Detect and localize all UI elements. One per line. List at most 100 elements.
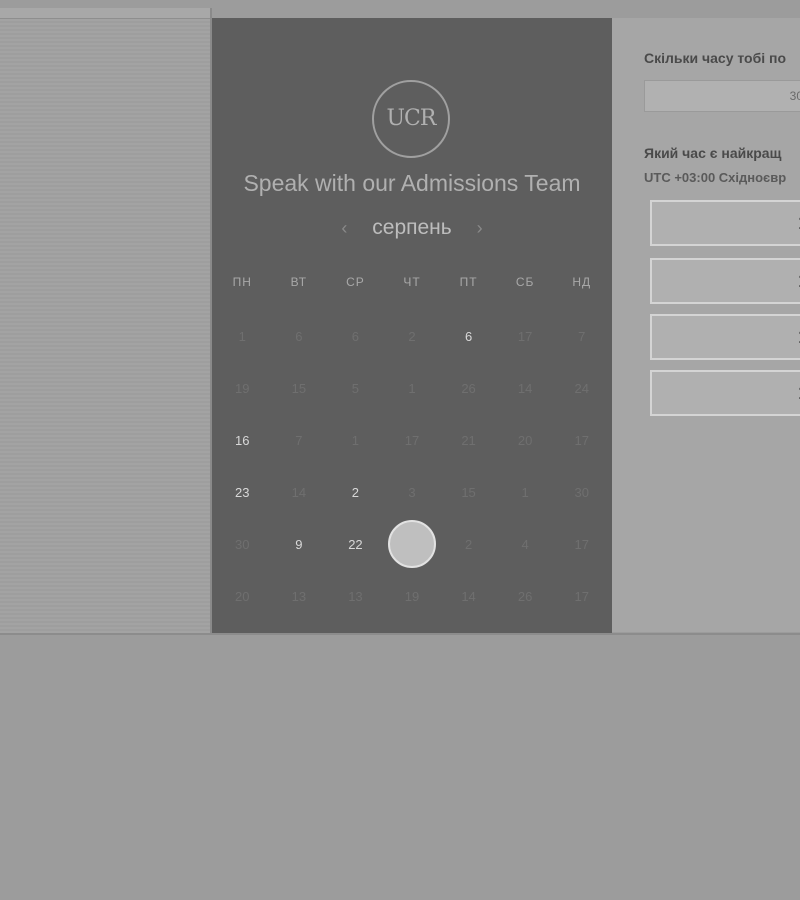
time-slot-button[interactable]: 1 [650, 200, 800, 246]
weekday-header: ПН ВТ СР ЧТ ПТ СБ НД [212, 275, 612, 289]
booking-calendar-card: UCR Speak with our Admissions Team ‹ сер… [212, 18, 612, 633]
calendar-day: 14 [271, 466, 328, 518]
day-number: 20 [235, 588, 250, 604]
time-slot-button[interactable]: 1 [650, 314, 800, 360]
calendar-day: 20 [497, 414, 554, 466]
calendar-day-selected[interactable] [384, 518, 441, 570]
calendar-day: 1 [214, 310, 271, 362]
month-label: серпень [372, 216, 452, 240]
chevron-left-icon[interactable]: ‹ [332, 218, 356, 239]
weekday-label: ВТ [290, 275, 308, 289]
day-number: 26 [517, 588, 533, 604]
calendar-day: 19 [384, 570, 441, 622]
day-number: 9 [295, 536, 303, 552]
timezone-label[interactable]: UTC +03:00 Східноєвр [644, 170, 786, 185]
day-number: 19 [235, 380, 250, 396]
calendar-day: 2 [384, 310, 441, 362]
weekday-label: НД [572, 275, 592, 289]
calendar-day: 24 [553, 362, 610, 414]
day-number: 1 [238, 328, 246, 344]
duration-select[interactable]: 30 [644, 80, 800, 112]
calendar-day: 26 [440, 362, 497, 414]
day-number: 2 [464, 536, 473, 552]
day-number: 17 [574, 588, 589, 604]
day-number: 4 [521, 536, 529, 552]
calendar-day[interactable]: 22 [327, 518, 384, 570]
day-number: 5 [351, 380, 360, 396]
calendar-day: 4 [497, 518, 554, 570]
day-number: 14 [291, 484, 307, 500]
bottom-divider [0, 633, 800, 635]
calendar-day: 19 [214, 362, 271, 414]
day-number: 13 [348, 588, 363, 604]
ucr-logo: UCR [372, 80, 450, 158]
day-number: 15 [461, 484, 476, 500]
calendar-day: 1 [497, 466, 554, 518]
weekday-label: ПН [232, 275, 252, 289]
weekday-label: ПТ [459, 275, 478, 289]
calendar-day: 26 [497, 570, 554, 622]
calendar-day[interactable]: 9 [271, 518, 328, 570]
day-number: 21 [461, 432, 476, 448]
calendar-day: 6 [327, 310, 384, 362]
calendar-day: 17 [553, 518, 610, 570]
month-navigation: ‹ серпень › [212, 216, 612, 240]
day-number: 17 [574, 536, 589, 552]
day-number: 13 [291, 588, 307, 604]
calendar-day: 1 [327, 414, 384, 466]
left-background-panel [0, 18, 210, 635]
calendar-day[interactable]: 6 [440, 310, 497, 362]
day-number: 7 [578, 328, 586, 344]
time-question: Який час є найкращ [644, 145, 782, 161]
time-slot-button[interactable]: 1 [650, 258, 800, 304]
day-number: 1 [351, 432, 360, 448]
day-number: 7 [295, 432, 303, 448]
calendar-day[interactable]: 23 [214, 466, 271, 518]
calendar-day[interactable]: 2 [327, 466, 384, 518]
day-number: 17 [404, 432, 420, 448]
day-number: 1 [408, 380, 416, 396]
day-number: 24 [574, 380, 589, 396]
calendar-grid: 1 6 6 2 6 17 7 19 15 5 1 26 14 24 16 7 1 17 21 20 17 23 14 2 3 15… [212, 310, 612, 622]
day-number: 16 [235, 432, 250, 448]
day-number: 23 [235, 484, 250, 500]
calendar-day: 17 [553, 570, 610, 622]
logo-text: UCR [386, 105, 437, 131]
calendar-day: 13 [271, 570, 328, 622]
calendar-day: 7 [553, 310, 610, 362]
weekday-label: СБ [515, 275, 535, 289]
calendar-day[interactable]: 16 [214, 414, 271, 466]
day-number: 30 [235, 536, 250, 552]
calendar-day: 6 [271, 310, 328, 362]
calendar-day: 3 [384, 466, 441, 518]
day-number: 30 [574, 484, 589, 500]
weekday-label: ЧТ [403, 275, 421, 289]
calendar-day: 7 [271, 414, 328, 466]
calendar-day: 5 [327, 362, 384, 414]
time-slot-button[interactable]: 1 [650, 370, 800, 416]
calendar-day: 2 [440, 518, 497, 570]
day-number: 1 [521, 484, 529, 500]
day-number: 6 [295, 328, 303, 344]
calendar-day: 15 [440, 466, 497, 518]
day-number: 15 [291, 380, 307, 396]
day-number: 2 [351, 484, 360, 500]
calendar-day: 14 [440, 570, 497, 622]
booking-details-panel: Скільки часу тобі по 30 Який час є найкр… [612, 18, 800, 632]
day-number: 14 [517, 380, 533, 396]
card-title: Speak with our Admissions Team [243, 170, 581, 196]
day-number: 6 [351, 328, 360, 344]
weekday-label: СР [346, 275, 365, 289]
day-number: 2 [408, 328, 416, 344]
day-number: 3 [408, 484, 416, 500]
day-number: 6 [464, 328, 473, 344]
day-number: 14 [461, 588, 476, 604]
day-number: 17 [517, 328, 533, 344]
day-number [387, 520, 436, 568]
day-number: 20 [517, 432, 533, 448]
chevron-right-icon[interactable]: › [468, 218, 492, 239]
calendar-day: 14 [497, 362, 554, 414]
calendar-day: 1 [384, 362, 441, 414]
calendar-day: 13 [327, 570, 384, 622]
calendar-day: 21 [440, 414, 497, 466]
